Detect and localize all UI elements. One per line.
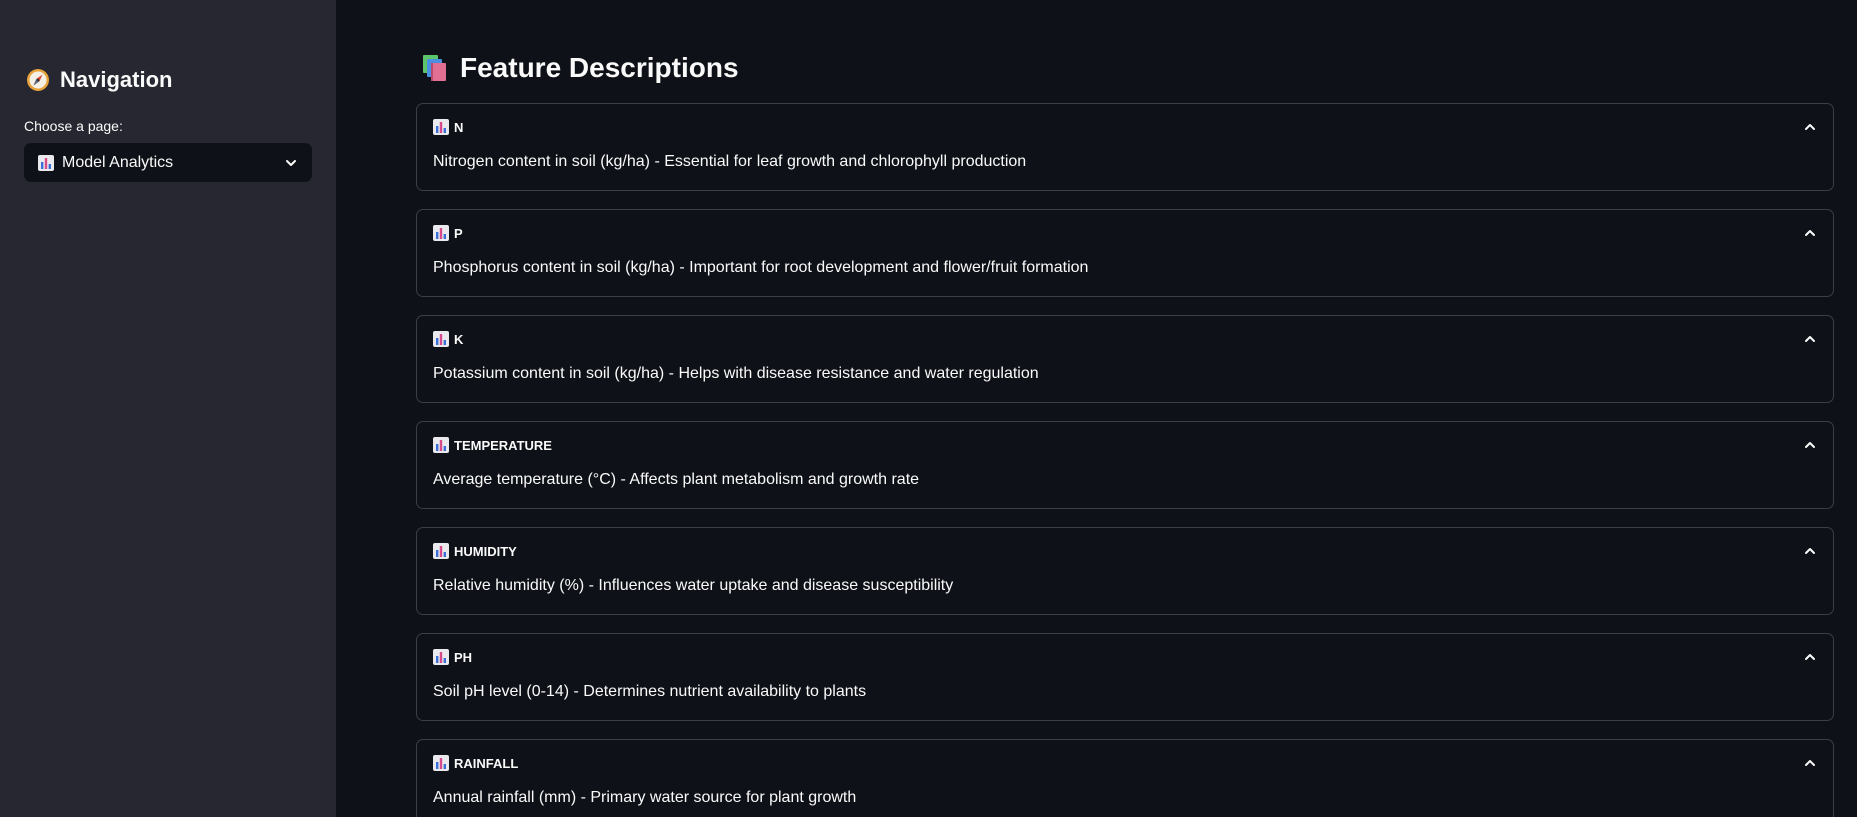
chevron-up-icon[interactable]	[1803, 332, 1817, 346]
bar-chart-icon	[433, 755, 449, 771]
expander-rainfall: RAINFALL Annual rainfall (mm) - Primary …	[416, 739, 1834, 817]
chevron-up-icon[interactable]	[1803, 756, 1817, 770]
books-icon	[423, 55, 446, 81]
expander-n: N Nitrogen content in soil (kg/ha) - Ess…	[416, 103, 1834, 191]
select-label: Choose a page:	[24, 118, 123, 134]
chevron-up-icon[interactable]	[1803, 438, 1817, 452]
expander-header[interactable]: P	[433, 223, 1817, 243]
expander-header[interactable]: HUMIDITY	[433, 541, 1817, 561]
bar-chart-icon	[433, 437, 449, 453]
page-title-text: Feature Descriptions	[460, 52, 739, 83]
bar-chart-icon	[433, 543, 449, 559]
expander-k: K Potassium content in soil (kg/ha) - He…	[416, 315, 1834, 403]
expander-header[interactable]: RAINFALL	[433, 753, 1817, 773]
expander-description: Annual rainfall (mm) - Primary water sou…	[433, 789, 857, 806]
expander-header[interactable]: PH	[433, 647, 1817, 667]
expander-description: Potassium content in soil (kg/ha) - Help…	[433, 365, 1039, 382]
compass-icon	[27, 69, 49, 91]
sidebar-title: Navigation	[26, 67, 172, 93]
expander-description: Soil pH level (0-14) - Determines nutrie…	[433, 683, 867, 700]
expander-label: P	[454, 225, 463, 241]
bar-chart-icon	[433, 119, 449, 135]
expander-label: RAINFALL	[454, 755, 519, 771]
sidebar: Navigation Choose a page: Model Analytic…	[0, 0, 336, 817]
expander-p: P Phosphorus content in soil (kg/ha) - I…	[416, 209, 1834, 297]
expander-description: Nitrogen content in soil (kg/ha) - Essen…	[433, 153, 1027, 170]
page-select[interactable]: Model Analytics	[24, 143, 312, 182]
expander-label: K	[454, 331, 464, 347]
expander-label: TEMPERATURE	[454, 437, 552, 453]
sidebar-title-text: Navigation	[60, 67, 173, 92]
app-root: Navigation Choose a page: Model Analytic…	[0, 0, 1857, 817]
bar-chart-icon	[433, 225, 449, 241]
page-title: Feature Descriptions	[420, 52, 739, 84]
chevron-down-icon	[286, 159, 296, 166]
expander-label: HUMIDITY	[454, 543, 517, 559]
expander-label: PH	[454, 649, 473, 665]
expander-temperature: TEMPERATURE Average temperature (°C) - A…	[416, 421, 1834, 509]
expander-header[interactable]: N	[433, 117, 1817, 137]
expander-header[interactable]: K	[433, 329, 1817, 349]
chevron-up-icon[interactable]	[1803, 544, 1817, 558]
expander-description: Relative humidity (%) - Influences water…	[433, 577, 954, 594]
chevron-up-icon[interactable]	[1803, 120, 1817, 134]
expander-label: N	[454, 119, 464, 135]
expander-ph: PH Soil pH level (0-14) - Determines nut…	[416, 633, 1834, 721]
bar-chart-icon	[433, 649, 449, 665]
expander-humidity: HUMIDITY Relative humidity (%) - Influen…	[416, 527, 1834, 615]
expander-description: Phosphorus content in soil (kg/ha) - Imp…	[433, 259, 1089, 276]
chevron-up-icon[interactable]	[1803, 226, 1817, 240]
bar-chart-icon	[433, 331, 449, 347]
expander-description: Average temperature (°C) - Affects plant…	[433, 471, 920, 488]
select-value: Model Analytics	[62, 153, 174, 171]
chevron-up-icon[interactable]	[1803, 650, 1817, 664]
bar-chart-icon	[38, 154, 54, 171]
expander-header[interactable]: TEMPERATURE	[433, 435, 1817, 455]
main-content: Feature Descriptions N Nitrogen content …	[336, 0, 1857, 817]
